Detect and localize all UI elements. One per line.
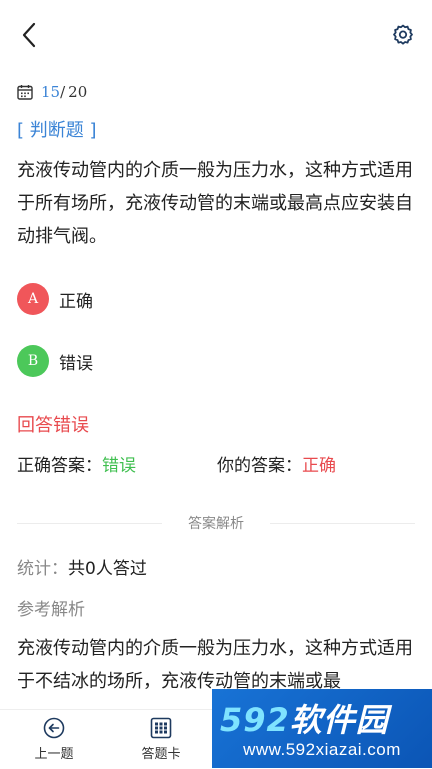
watermark-logo-text: 软件园 xyxy=(289,701,389,739)
answer-statistics: 统计：共0人答过 xyxy=(17,554,147,579)
watermark-logo-number: 592 xyxy=(220,701,290,739)
divider-line xyxy=(270,523,415,524)
option-letter-badge: B xyxy=(17,345,49,377)
option-b[interactable]: B 错误 xyxy=(17,345,93,377)
answer-result-status: 回答错误 xyxy=(17,415,89,436)
current-question-number: 15 xyxy=(41,83,61,101)
answer-card-button[interactable]: 答题卡 xyxy=(121,717,201,762)
stats-label: 统计： xyxy=(17,559,68,579)
correct-answer-value: 错误 xyxy=(102,456,136,476)
question-type-label: [ 判断题 ] xyxy=(17,120,97,141)
reference-analysis-title: 参考解析 xyxy=(17,600,85,620)
calendar-icon xyxy=(17,85,33,100)
option-label: 正确 xyxy=(59,291,93,312)
gear-icon xyxy=(393,24,413,45)
chevron-left-icon xyxy=(22,22,36,48)
grid-icon xyxy=(150,717,172,739)
option-a[interactable]: A 正确 xyxy=(17,283,93,315)
previous-question-label: 上一题 xyxy=(34,747,74,762)
question-progress: 15 / 20 xyxy=(17,81,87,103)
total-question-count: 20 xyxy=(68,83,88,101)
question-text: 充液传动管内的介质一般为压力水，这种方式适用于所有场所，充液传动管的末端或最高点… xyxy=(17,160,413,247)
arrow-left-circle-icon xyxy=(43,717,65,739)
analysis-divider: 答案解析 xyxy=(17,513,415,533)
option-label: 错误 xyxy=(59,353,93,374)
back-button[interactable] xyxy=(14,20,44,50)
your-answer-label: 你的答案： xyxy=(217,456,302,476)
stats-value: 共0人答过 xyxy=(68,559,147,579)
progress-separator: / xyxy=(60,83,66,101)
correct-answer-label: 正确答案： xyxy=(17,456,102,476)
previous-question-button[interactable]: 上一题 xyxy=(14,717,94,762)
answer-comparison: 正确答案：错误 你的答案：正确 xyxy=(17,451,417,477)
option-letter-badge: A xyxy=(17,283,49,315)
settings-button[interactable] xyxy=(388,20,418,50)
correct-answer: 正确答案：错误 xyxy=(17,451,136,476)
watermark-logo: 592软件园 xyxy=(220,695,389,741)
watermark-url: www.592xiazai.com xyxy=(243,740,401,759)
your-answer: 你的答案：正确 xyxy=(217,451,336,476)
top-bar xyxy=(0,0,432,70)
your-answer-value: 正确 xyxy=(302,456,336,476)
answer-card-label: 答题卡 xyxy=(141,747,181,762)
site-watermark: 592软件园 www.592xiazai.com xyxy=(212,689,432,768)
